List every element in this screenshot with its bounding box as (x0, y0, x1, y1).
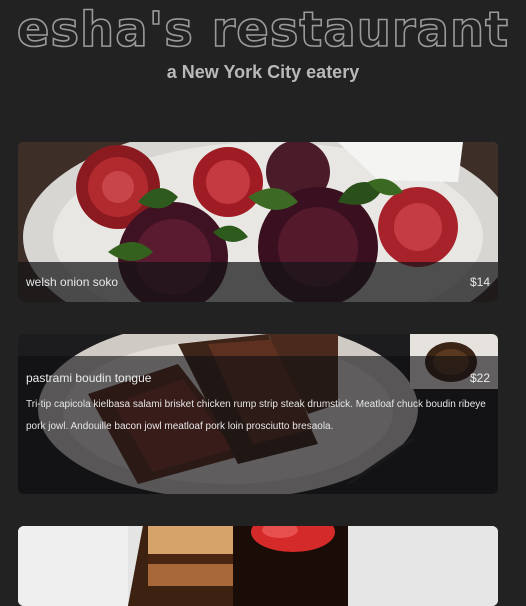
menu-item-details-overlay: pastrami boudin tongue $22 Tri-tip capic… (18, 356, 498, 494)
site-title: esha's restaurant (16, 1, 510, 59)
menu-item-description: Tri-tip capicola kielbasa salami brisket… (26, 399, 486, 432)
menu-item-name: pastrami boudin tongue (26, 371, 152, 385)
menu-item-price: $22 (469, 371, 490, 385)
menu-item-caption: welsh onion soko $14 (18, 262, 498, 302)
menu-item-price: $14 (469, 275, 490, 289)
menu-item-name: welsh onion soko (26, 275, 119, 289)
site-tagline: a New York City eatery (166, 62, 360, 82)
chocolate-cake-photo (18, 526, 498, 606)
menu-item-card[interactable]: welsh onion soko $14 (18, 142, 498, 302)
menu-item-card[interactable] (18, 526, 498, 606)
menu-item-card[interactable]: pastrami boudin tongue $22 Tri-tip capic… (18, 334, 498, 494)
